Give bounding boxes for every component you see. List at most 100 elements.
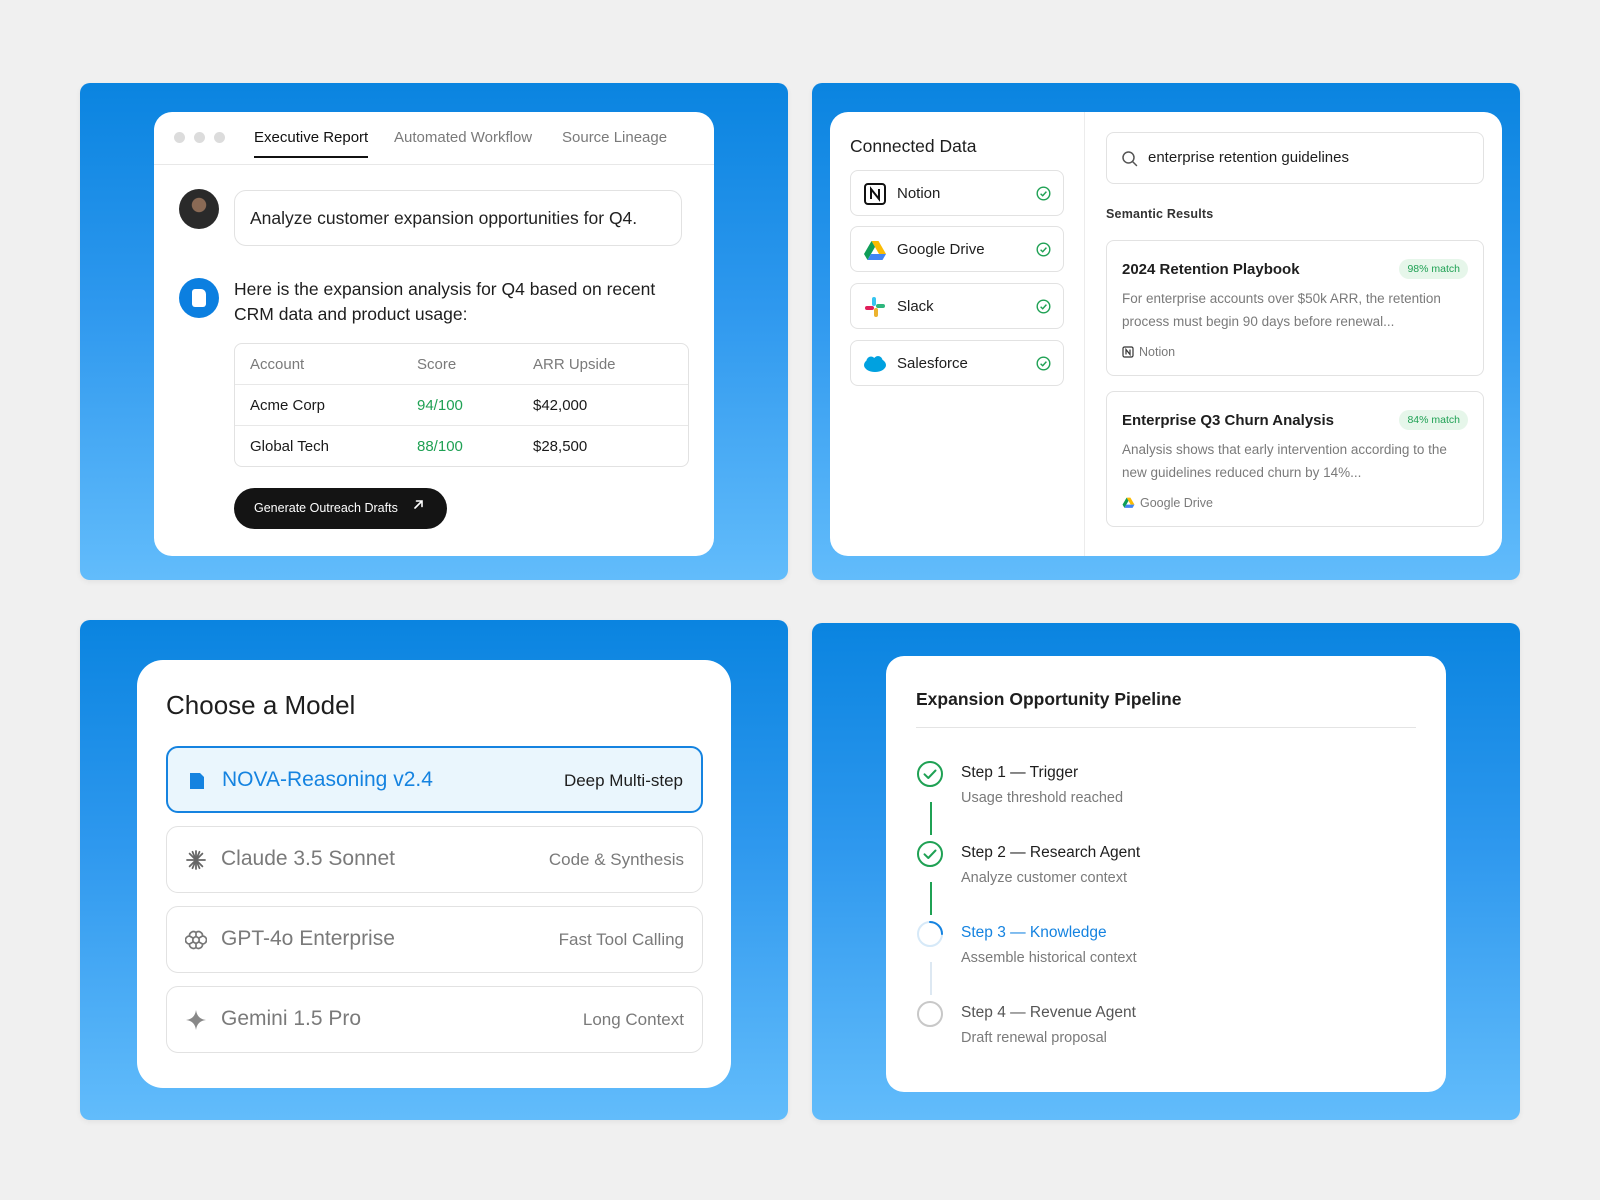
result-source: Google Drive [1122, 496, 1213, 510]
claude-icon [185, 849, 207, 871]
tab-source-lineage[interactable]: Source Lineage [562, 129, 667, 146]
check-circle-icon [1036, 356, 1051, 371]
choose-model-title: Choose a Model [166, 690, 356, 720]
step-title: Step 1 — Trigger [961, 764, 1079, 781]
source-item-salesforce[interactable]: Salesforce [850, 340, 1064, 386]
google-drive-icon [1122, 497, 1135, 508]
title-divider [916, 727, 1416, 728]
source-item-slack[interactable]: Slack [850, 283, 1064, 329]
empty-circle-icon [916, 1000, 944, 1028]
source-name: Notion [897, 185, 941, 202]
generate-outreach-drafts-button[interactable]: Generate Outreach Drafts [234, 488, 447, 529]
pipeline-step-1[interactable]: Step 1 — Trigger Usage threshold reached [916, 760, 1396, 830]
model-picker-panel: Choose a Model NOVA-Reasoning v2.4 Deep … [80, 620, 788, 1120]
result-snippet: Analysis shows that early intervention a… [1122, 442, 1447, 480]
check-circle-icon [1036, 186, 1051, 201]
window-dot-maximize[interactable] [214, 132, 225, 143]
pipeline-window: Expansion Opportunity Pipeline Step 1 — … [886, 656, 1446, 1092]
model-name: GPT-4o Enterprise [221, 927, 395, 950]
model-name: Claude 3.5 Sonnet [221, 847, 395, 870]
window-dot-minimize[interactable] [194, 132, 205, 143]
pipeline-step-4[interactable]: Step 4 — Revenue Agent Draft renewal pro… [916, 1000, 1396, 1070]
connected-data-window: Connected Data Notion Google Drive Slack [830, 112, 1502, 556]
arrow-up-right-icon [412, 498, 425, 515]
check-circle-icon [1036, 242, 1051, 257]
column-divider [1084, 112, 1085, 556]
model-tag: Long Context [582, 1010, 684, 1029]
gemini-icon [185, 1009, 207, 1031]
user-prompt-message: Analyze customer expansion opportunities… [234, 190, 682, 246]
salesforce-icon [863, 352, 887, 376]
semantic-results-label: Semantic Results [1106, 207, 1214, 221]
spinner-icon [916, 920, 944, 948]
model-option-gemini[interactable]: Gemini 1.5 Pro Long Context [166, 986, 703, 1053]
notion-icon [1122, 346, 1134, 358]
model-picker-window: Choose a Model NOVA-Reasoning v2.4 Deep … [137, 660, 731, 1088]
executive-report-panel: Executive Report Automated Workflow Sour… [80, 83, 788, 580]
result-card[interactable]: Enterprise Q3 Churn Analysis 84% match A… [1106, 391, 1484, 527]
result-source-name: Notion [1139, 345, 1176, 359]
semantic-search-input[interactable]: enterprise retention guidelines [1106, 132, 1484, 184]
assistant-answer-text: Here is the expansion analysis for Q4 ba… [234, 279, 656, 324]
source-name: Salesforce [897, 355, 968, 372]
executive-report-window: Executive Report Automated Workflow Sour… [154, 112, 714, 556]
result-title: 2024 Retention Playbook [1122, 261, 1300, 278]
pipeline-title: Expansion Opportunity Pipeline [916, 689, 1182, 709]
google-drive-icon [863, 238, 887, 262]
nova-icon [186, 770, 208, 792]
slack-icon [863, 295, 887, 319]
result-snippet: For enterprise accounts over $50k ARR, t… [1122, 291, 1441, 329]
model-option-gpt[interactable]: GPT-4o Enterprise Fast Tool Calling [166, 906, 703, 973]
check-circle-icon [916, 760, 944, 788]
step-description: Draft renewal proposal [961, 1030, 1107, 1046]
check-circle-icon [916, 840, 944, 868]
pipeline-step-2[interactable]: Step 2 — Research Agent Analyze customer… [916, 840, 1396, 910]
pipeline-step-3[interactable]: Step 3 — Knowledge Assemble historical c… [916, 920, 1396, 990]
cell-account: Global Tech [250, 438, 329, 455]
model-name: Gemini 1.5 Pro [221, 1007, 362, 1030]
cell-account: Acme Corp [250, 397, 326, 414]
source-item-notion[interactable]: Notion [850, 170, 1064, 216]
connected-data-panel: Connected Data Notion Google Drive Slack [812, 83, 1520, 580]
cell-score: 88/100 [417, 438, 463, 455]
assistant-avatar-icon [179, 278, 219, 318]
generate-outreach-drafts-label: Generate Outreach Drafts [254, 501, 398, 515]
table-row: Global Tech 88/100 $28,500 [235, 426, 688, 466]
table-header-row: Account Score ARR Upside [235, 344, 688, 385]
result-card[interactable]: 2024 Retention Playbook 98% match For en… [1106, 240, 1484, 376]
match-badge: 98% match [1399, 259, 1468, 279]
tab-automated-workflow[interactable]: Automated Workflow [394, 129, 532, 146]
column-header-account: Account [250, 356, 305, 373]
model-tag: Code & Synthesis [548, 850, 684, 869]
match-badge: 84% match [1399, 410, 1468, 430]
user-avatar [179, 189, 219, 229]
source-item-google-drive[interactable]: Google Drive [850, 226, 1064, 272]
window-dot-close[interactable] [174, 132, 185, 143]
step-title: Step 4 — Revenue Agent [961, 1004, 1136, 1021]
model-option-claude[interactable]: Claude 3.5 Sonnet Code & Synthesis [166, 826, 703, 893]
column-header-arr-upside: ARR Upside [533, 356, 616, 373]
result-source-name: Google Drive [1140, 496, 1213, 510]
model-option-nova[interactable]: NOVA-Reasoning v2.4 Deep Multi-step [166, 746, 703, 813]
step-title: Step 2 — Research Agent [961, 844, 1141, 861]
result-source: Notion [1122, 345, 1175, 359]
check-circle-icon [1036, 299, 1051, 314]
window-tab-bar: Executive Report Automated Workflow Sour… [154, 112, 714, 165]
result-title: Enterprise Q3 Churn Analysis [1122, 412, 1335, 429]
tab-executive-report[interactable]: Executive Report [254, 129, 369, 158]
window-controls [174, 132, 225, 143]
source-name: Slack [897, 298, 934, 315]
step-title: Step 3 — Knowledge [961, 924, 1107, 941]
cell-arr-upside: $42,000 [533, 397, 588, 414]
pipeline-panel: Expansion Opportunity Pipeline Step 1 — … [812, 623, 1520, 1120]
notion-icon [863, 182, 887, 206]
source-name: Google Drive [897, 241, 985, 258]
openai-icon [184, 929, 208, 951]
step-description: Assemble historical context [961, 950, 1137, 966]
model-name: NOVA-Reasoning v2.4 [222, 768, 433, 791]
connected-data-title: Connected Data [850, 136, 977, 156]
step-description: Usage threshold reached [961, 790, 1124, 806]
search-icon [1121, 150, 1139, 168]
table-row: Acme Corp 94/100 $42,000 [235, 385, 688, 426]
step-description: Analyze customer context [961, 870, 1128, 886]
